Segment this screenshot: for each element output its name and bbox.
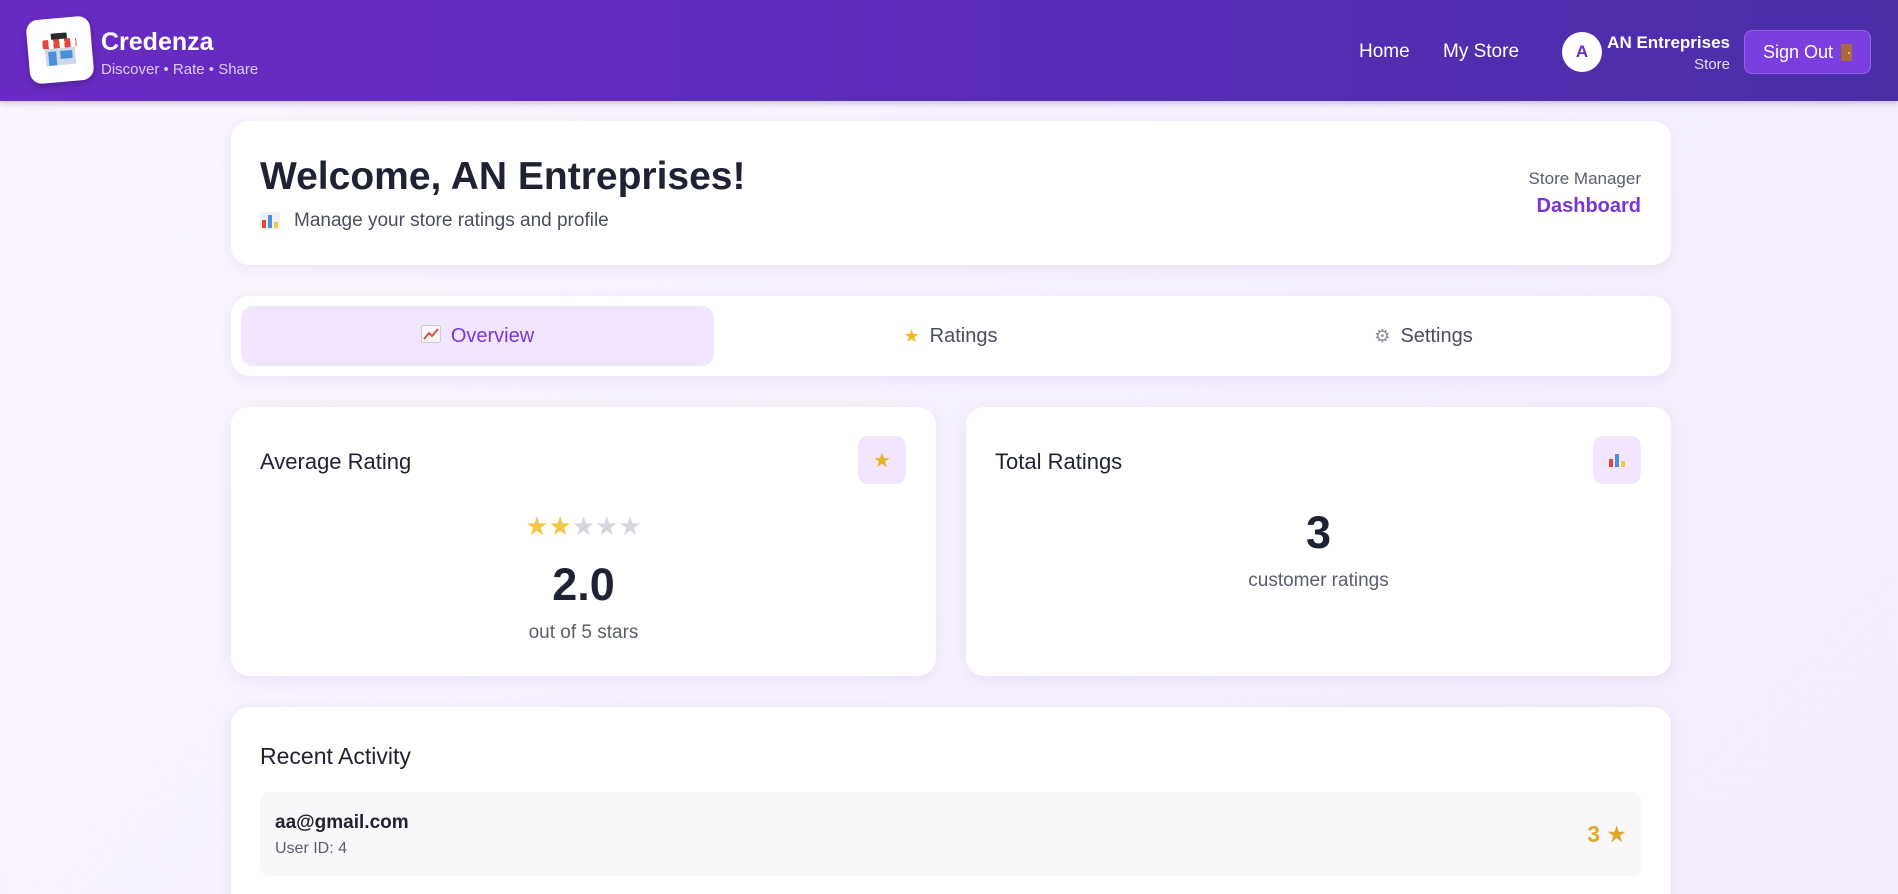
top-header: Credenza Discover • Rate • Share Home My… (0, 0, 1898, 101)
welcome-subtitle-text: Manage your store ratings and profile (294, 210, 609, 231)
tab-bar: Overview ★ Ratings ⚙ Settings (231, 296, 1671, 376)
average-rating-value: 2.0 (552, 559, 615, 610)
total-ratings-title: Total Ratings (995, 449, 1123, 474)
welcome-card: Welcome, AN Entreprises! Manage your sto… (231, 121, 1671, 265)
star-empty-icon: ★ (595, 511, 619, 541)
sign-out-button[interactable]: Sign Out (1744, 30, 1871, 74)
door-icon (1841, 43, 1853, 61)
tab-settings[interactable]: ⚙ Settings (1187, 306, 1660, 366)
activity-rating: 3 ★ (1587, 821, 1627, 847)
average-rating-subtitle: out of 5 stars (528, 622, 639, 643)
avatar[interactable]: A (1562, 32, 1602, 72)
bar-chart-icon (1593, 436, 1641, 484)
user-role: Store (1694, 56, 1730, 73)
recent-activity-card: Recent Activity aa@gmail.com User ID: 4 … (231, 707, 1671, 894)
store-logo-icon[interactable] (25, 15, 95, 85)
star-icon: ★ (903, 325, 920, 346)
average-rating-title: Average Rating (260, 449, 412, 474)
average-rating-card: Average Rating ★ ★★★★★ 2.0 out of 5 star… (231, 407, 936, 676)
bar-chart-icon (260, 212, 280, 230)
total-ratings-subtitle: customer ratings (1248, 570, 1389, 591)
gear-icon: ⚙ (1374, 325, 1391, 346)
brand-name[interactable]: Credenza (101, 28, 214, 57)
list-item[interactable]: aa@gmail.com User ID: 4 3 ★ (260, 792, 1642, 876)
user-name: AN Entreprises (1607, 33, 1730, 52)
star-empty-icon: ★ (571, 511, 596, 541)
star-rating-display: ★★★★★ (231, 511, 936, 542)
total-ratings-card: Total Ratings 3 customer ratings (966, 407, 1671, 676)
star-filled-icon: ★ (525, 511, 549, 541)
activity-user-id: User ID: 4 (275, 840, 348, 857)
page-title: Welcome, AN Entreprises! (260, 155, 746, 198)
sign-out-label: Sign Out (1762, 41, 1834, 62)
total-ratings-value: 3 (1305, 507, 1332, 558)
tab-overview[interactable]: Overview (241, 306, 714, 366)
star-icon: ★ (858, 436, 906, 484)
tab-ratings[interactable]: ★ Ratings (714, 306, 1187, 366)
tab-settings-label: Settings (1400, 324, 1473, 347)
dashboard-label: Dashboard (1536, 195, 1641, 217)
nav-home-link[interactable]: Home (1359, 41, 1410, 63)
role-label: Store Manager (1528, 169, 1641, 188)
nav-my-store-link[interactable]: My Store (1443, 41, 1519, 63)
welcome-subtitle: Manage your store ratings and profile (260, 210, 609, 232)
chart-up-icon (420, 324, 441, 348)
brand-tagline: Discover • Rate • Share (101, 61, 259, 78)
star-filled-icon: ★ (548, 511, 572, 541)
activity-email: aa@gmail.com (275, 812, 409, 833)
tab-overview-label: Overview (450, 324, 535, 347)
star-empty-icon: ★ (618, 511, 642, 541)
tab-ratings-label: Ratings (929, 324, 998, 347)
recent-activity-title: Recent Activity (260, 743, 411, 769)
